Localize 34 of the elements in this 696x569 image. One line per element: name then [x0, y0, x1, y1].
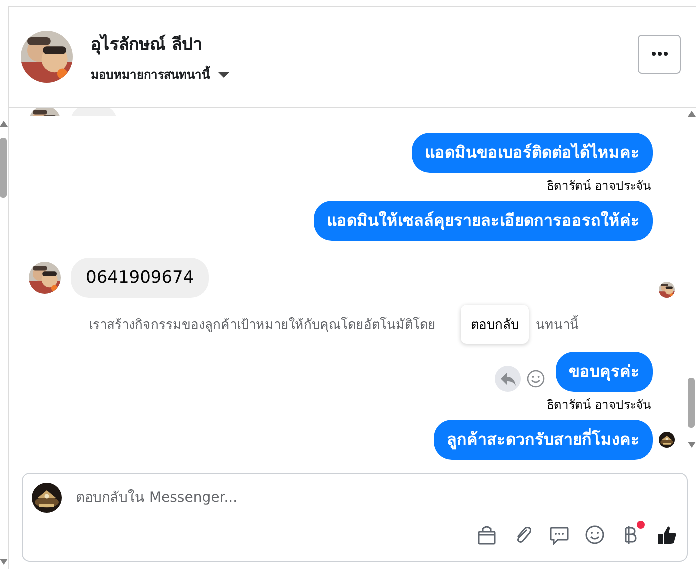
system-notice: เราสร้างกิจกรรมของลูกค้าเป้าหมายให้กับคุณโดยอัตโนมัติโดย — [89, 316, 436, 335]
system-notice: นทนานี้ — [536, 314, 579, 335]
scroll-down-arrow[interactable] — [0, 558, 8, 566]
caret-icon[interactable] — [218, 72, 230, 78]
scroll-up-arrow[interactable] — [0, 120, 8, 128]
message-bubble: แอดมินขอเบอร์ติดต่อได้ไหมคะ — [412, 133, 653, 173]
react-button[interactable] — [527, 370, 545, 388]
speech-bubble-icon — [549, 525, 569, 545]
speech-bubble-button[interactable] — [549, 525, 569, 545]
smiley-button[interactable] — [585, 525, 605, 545]
reply-tooltip: ตอบกลับ — [461, 305, 529, 344]
thumbs-up-icon — [657, 525, 677, 545]
contact-name: อุไรลักษณ์ ลีปา — [91, 33, 204, 57]
message-bubble: 0641909674 — [71, 258, 210, 298]
sender-name: ธิดารัตน์ อาจประจัน — [547, 397, 651, 414]
smiley-icon — [527, 370, 545, 388]
ellipsis-icon — [652, 52, 668, 56]
scrollbar-thumb[interactable] — [0, 138, 7, 198]
sender-name: ธิดารัตน์ อาจประจัน — [547, 178, 651, 195]
assign-conversation-dropdown[interactable]: มอบหมายการสนทนานี้ — [91, 65, 210, 84]
more-options-button[interactable] — [638, 34, 681, 74]
like-button[interactable] — [657, 525, 677, 545]
shopping-bag-button[interactable] — [477, 525, 497, 545]
scrollbar-thumb[interactable] — [688, 378, 695, 428]
smiley-icon — [585, 525, 605, 545]
reply-arrow-icon — [500, 372, 516, 386]
message-bubble: ลูกค้าสะดวกรับสายกี่โมงคะ — [434, 420, 653, 460]
scroll-up-arrow[interactable] — [688, 110, 696, 118]
shopping-bag-icon — [477, 525, 497, 545]
message-bubble: ขอบคุรค่ะ — [556, 352, 653, 392]
message-bubble: แอดมินให้เซลล์คุยรายละเอียดการออรถให้ค่ะ — [314, 201, 653, 241]
scroll-down-arrow[interactable] — [688, 441, 696, 449]
message-input[interactable]: ตอบกลับใน Messenger... — [76, 486, 677, 510]
reply-button[interactable] — [495, 366, 521, 392]
